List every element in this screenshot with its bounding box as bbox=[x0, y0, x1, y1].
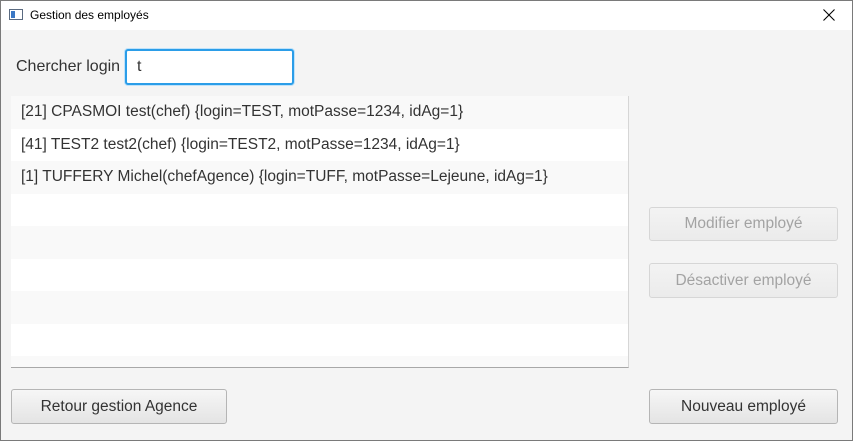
app-window-icon bbox=[9, 9, 23, 20]
employee-list-empty-row bbox=[11, 323, 628, 356]
employee-list-empty-row bbox=[11, 258, 628, 291]
back-to-agency-button[interactable]: Retour gestion Agence bbox=[11, 389, 227, 424]
deactivate-employee-button[interactable]: Désactiver employé bbox=[649, 263, 838, 298]
employee-list-empty-row bbox=[11, 356, 628, 367]
modify-employee-button[interactable]: Modifier employé bbox=[649, 207, 838, 241]
employee-management-window: Gestion des employés Chercher login [21]… bbox=[0, 0, 853, 441]
employee-list-empty-row bbox=[11, 193, 628, 226]
window-title: Gestion des employés bbox=[30, 8, 149, 22]
close-icon bbox=[823, 9, 835, 21]
title-bar[interactable]: Gestion des employés bbox=[1, 1, 852, 30]
employee-list[interactable]: [21] CPASMOI test(chef) {login=TEST, mot… bbox=[11, 96, 629, 368]
new-employee-button[interactable]: Nouveau employé bbox=[649, 389, 838, 424]
employee-list-empty-row bbox=[11, 226, 628, 259]
employee-list-empty-row bbox=[11, 291, 628, 324]
close-button[interactable] bbox=[806, 1, 852, 30]
employee-list-item[interactable]: [41] TEST2 test2(chef) {login=TEST2, mot… bbox=[11, 128, 628, 161]
search-login-label: Chercher login bbox=[16, 58, 121, 75]
employee-list-item[interactable]: [1] TUFFERY Michel(chefAgence) {login=TU… bbox=[11, 161, 628, 194]
search-login-input[interactable] bbox=[125, 49, 294, 85]
employee-list-item[interactable]: [21] CPASMOI test(chef) {login=TEST, mot… bbox=[11, 96, 628, 129]
